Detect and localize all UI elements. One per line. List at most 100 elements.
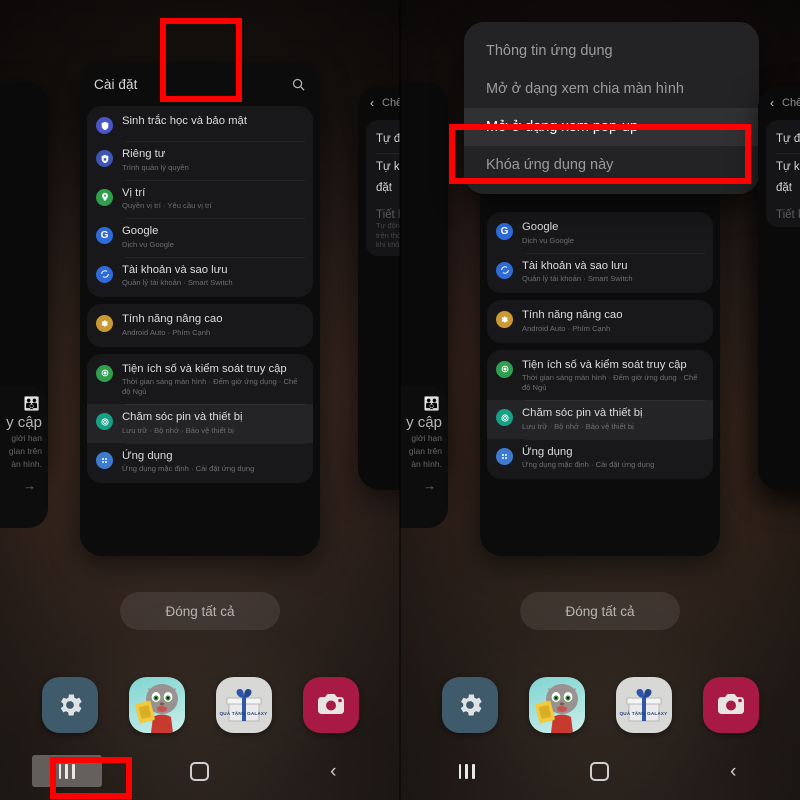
settings-row-subtitle: Dịch vụ Google: [522, 235, 574, 245]
partial-right-title-L: Chế ạ: [382, 97, 400, 109]
arrow-right-icon[interactable]: →: [400, 470, 448, 493]
popup-item-highlight-box: [449, 124, 751, 184]
settings-row[interactable]: Chăm sóc pin và thiết bị Lưu trữ · Bộ nhớ…: [487, 400, 713, 439]
gift-icon-label: QUÀ TẶNG GALAXY: [219, 711, 268, 716]
talking-tom-character: [134, 684, 178, 733]
partial-card-line1-L: g cụ: [0, 161, 48, 184]
app-dock-L: QUÀ TẶNG GALAXY: [0, 672, 400, 738]
menu-item-split-screen[interactable]: Mở ở dạng xem chia màn hình: [464, 70, 759, 108]
settings-row-title: Chăm sóc pin và thiết bị: [522, 407, 643, 419]
settings-row-title: Google: [122, 225, 159, 237]
partial2-line1-R: giới hạn: [411, 433, 442, 443]
settings-app-icon[interactable]: [41, 677, 98, 733]
talking-tom-app-icon[interactable]: [128, 677, 185, 733]
settings-row-text: Tài khoản và sao lưu Quản lý tài khoản · …: [522, 260, 633, 285]
partial2-line3-L: àn hình.: [11, 459, 42, 469]
home-button[interactable]: [565, 755, 635, 787]
back-button[interactable]: ‹: [698, 755, 768, 787]
recents-card-partial-far-right[interactable]: ‹ Chế ạ Tự độn Tự khởi đặt Tiết kiện: [758, 86, 800, 490]
settings-row[interactable]: Tính năng nâng cao Android Auto · Phím Cạ…: [487, 302, 713, 341]
partial2-line2-R: gian trên: [408, 446, 442, 456]
settings-row-text: Ứng dụng Ứng dụng mặc định · Cài đặt ứng …: [122, 450, 254, 475]
settings-list-L: Sinh trắc học và bảo mật Riêng tư Trình qu…: [80, 106, 320, 483]
settings-row-title: Tài khoản và sao lưu: [122, 263, 228, 276]
settings-row-text: Tiện ích số và kiểm soát truy cập Thời gi…: [122, 363, 304, 398]
apps-grid-icon: [96, 451, 113, 469]
google-g-icon: G: [96, 227, 113, 244]
back-icon: ‹: [730, 760, 737, 782]
far-right-line2: Tự khởi: [776, 153, 800, 181]
settings-row-subtitle: Lưu trữ · Bộ nhớ · Bảo vệ thiết bị: [522, 421, 634, 431]
settings-row[interactable]: Chăm sóc pin và thiết bị Lưu trữ · Bộ nhớ…: [87, 404, 313, 443]
talking-tom-app-icon[interactable]: [528, 677, 585, 733]
settings-row[interactable]: Tính năng nâng cao Android Auto · Phím Cạ…: [87, 306, 313, 345]
recents-card-settings-L[interactable]: Cài đặt Sinh trắc học và bảo mật Riêng tư…: [80, 62, 320, 556]
galaxy-gift-app-icon[interactable]: QUÀ TẶNG GALAXY: [215, 677, 272, 733]
menu-item-app-info[interactable]: Thông tin ứng dụng: [464, 32, 759, 70]
settings-row-subtitle: Android Auto · Phím Cạnh: [522, 323, 611, 333]
close-all-label-L: Đóng tất cả: [165, 603, 235, 619]
sync-icon: [96, 265, 113, 283]
recents-card-partial-right-L[interactable]: ‹ Chế ạ Tự độn Tự khởi đặt Tiết kiện Tự …: [358, 86, 400, 490]
settings-row-title: Vị trí: [122, 186, 146, 199]
back-button[interactable]: ‹: [298, 755, 368, 787]
settings-group: Tiện ích số và kiểm soát truy cập Thời gi…: [487, 349, 713, 479]
settings-row[interactable]: Tiện ích số và kiểm soát truy cập Thời gi…: [487, 352, 713, 401]
settings-row-text: Vị trí Quyền vị trí · Yêu cầu vị trí: [122, 187, 212, 212]
camera-app-icon[interactable]: [702, 677, 759, 733]
partial-right-body-L: Tự độn Tự khởi đặt Tiết kiện Tự động b t…: [366, 120, 400, 256]
settings-app-icon[interactable]: [441, 677, 498, 733]
recents-card-partial-left2-L[interactable]: 👪 y cập giới hạn gian trên àn hình. →: [0, 386, 48, 528]
partial-right-dim-L: Tiết kiện Tự động b trên thời q khi khôn…: [376, 202, 400, 250]
home-button[interactable]: [165, 755, 235, 787]
recents-card-partial-left2-R[interactable]: 👪 y cập giới hạn gian trên àn hình. →: [400, 386, 448, 528]
settings-row-text: Tiện ích số và kiểm soát truy cập Thời gi…: [522, 359, 704, 394]
partial-right-dim-sub2-L: trên thời q: [376, 230, 400, 240]
settings-row-subtitle: Trình quản lý quyền: [122, 162, 189, 172]
settings-row-text: Chăm sóc pin và thiết bị Lưu trữ · Bộ nhớ…: [522, 407, 643, 432]
settings-group: Tính năng nâng cao Android Auto · Phím Cạ…: [487, 300, 713, 343]
settings-row-subtitle: Thời gian sáng màn hình · Đếm giờ ứng dụ…: [122, 377, 298, 396]
settings-row[interactable]: Sinh trắc học và bảo mật: [87, 108, 313, 141]
gift-icon-label: QUÀ TẶNG GALAXY: [619, 711, 668, 716]
partial-card-line2-R: nh của: [400, 184, 448, 201]
galaxy-gift-app-icon[interactable]: QUÀ TẶNG GALAXY: [615, 677, 672, 733]
recents-button-highlight-box: [50, 757, 132, 799]
partial-right-header-L: ‹ Chế ạ: [358, 86, 400, 120]
settings-row-title: Tiện ích số và kiểm soát truy cập: [522, 358, 687, 371]
camera-app-icon[interactable]: [302, 677, 359, 733]
partial-right-dim-sub3-L: khi không: [376, 240, 400, 249]
settings-row-text: Google Dịch vụ Google: [522, 221, 574, 246]
navigation-bar-R: ‹: [400, 748, 800, 794]
settings-row[interactable]: Riêng tư Trình quản lý quyền: [87, 141, 313, 180]
phone-panel-right: cập g cụ nh của 👪 y cập giới hạn gian tr…: [400, 0, 800, 800]
back-icon: ‹: [330, 760, 337, 782]
apps-grid-icon: [496, 447, 513, 465]
settings-row[interactable]: Tài khoản và sao lưu Quản lý tài khoản · …: [87, 256, 313, 296]
settings-row[interactable]: G Google Dịch vụ Google: [87, 218, 313, 257]
settings-row-subtitle: Ứng dụng mặc định · Cài đặt ứng dụng: [522, 460, 655, 469]
camera-icon: [717, 694, 744, 714]
settings-row[interactable]: Ứng dụng Ứng dụng mặc định · Cài đặt ứng …: [87, 442, 313, 482]
arrow-right-icon[interactable]: →: [0, 470, 48, 493]
settings-row[interactable]: Tài khoản và sao lưu Quản lý tài khoản · …: [487, 252, 713, 292]
settings-row[interactable]: Vị trí Quyền vị trí · Yêu cầu vị trí: [87, 179, 313, 219]
partial2-title-L: y cập: [6, 414, 42, 431]
settings-row[interactable]: G Google Dịch vụ Google: [487, 214, 713, 253]
settings-row[interactable]: Ứng dụng Ứng dụng mặc định · Cài đặt ứng …: [487, 438, 713, 478]
back-chevron-icon[interactable]: ‹: [770, 96, 774, 110]
search-icon[interactable]: [291, 77, 306, 92]
partial-card-line2-L: nh của: [0, 184, 48, 201]
close-all-button-L[interactable]: Đóng tất cả: [120, 592, 280, 630]
google-g-icon: G: [496, 223, 513, 240]
back-chevron-icon[interactable]: ‹: [370, 96, 374, 110]
settings-row-subtitle: Quản lý tài khoản · Smart Switch: [522, 274, 633, 283]
partial-right-line1-L: Tự độn: [376, 133, 400, 145]
settings-row-subtitle: Thời gian sáng màn hình · Đếm giờ ứng dụ…: [522, 373, 698, 392]
digital-wellbeing-icon: [96, 364, 113, 382]
close-all-button-R[interactable]: Đóng tất cả: [520, 592, 680, 630]
recents-button[interactable]: [432, 755, 502, 787]
settings-row[interactable]: Tiện ích số và kiểm soát truy cập Thời gi…: [87, 356, 313, 405]
device-care-icon: [496, 409, 513, 426]
gear-icon: [460, 694, 482, 716]
